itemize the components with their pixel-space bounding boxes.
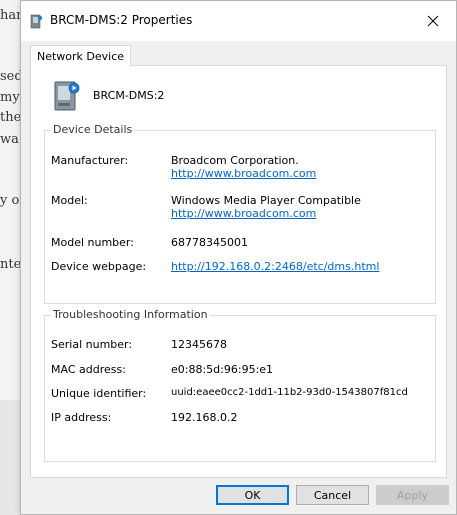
background-text: sed — [0, 69, 20, 84]
background-text: har — [0, 8, 20, 23]
unique-identifier-label: Unique identifier: — [51, 387, 147, 400]
model-value: Windows Media Player Compatible — [171, 194, 361, 207]
device-details-group: Device Details Manufacturer: Broadcom Co… — [44, 123, 436, 304]
device-webpage-link[interactable]: http://192.168.0.2:2468/etc/dms.html — [171, 260, 379, 273]
unique-identifier-value: uuid:eaee0cc2-1dd1-11b2-93d0-1543807f81c… — [171, 387, 408, 398]
media-device-icon — [54, 81, 80, 111]
device-name: BRCM-DMS:2 — [93, 89, 165, 102]
dialog-body: Network Device BRCM-DMS:2 Device Details… — [21, 41, 456, 514]
mac-address-value: e0:88:5d:96:95:e1 — [171, 363, 274, 376]
properties-dialog: BRCM-DMS:2 Properties Network Device BRC… — [20, 0, 457, 515]
model-label: Model: — [51, 194, 88, 207]
background-text: wa — [0, 132, 19, 147]
ip-address-label: IP address: — [51, 411, 112, 424]
cancel-button[interactable]: Cancel — [296, 485, 369, 505]
ip-address-value: 192.168.0.2 — [171, 411, 238, 424]
group-label: Device Details — [51, 123, 135, 136]
background-text: my — [0, 90, 20, 105]
ok-button[interactable]: OK — [216, 485, 289, 505]
background-text: y of — [0, 193, 20, 208]
apply-button[interactable]: Apply — [376, 485, 449, 505]
background-panel — [0, 400, 20, 515]
tab-network-device[interactable]: Network Device — [30, 45, 132, 66]
mac-address-label: MAC address: — [51, 363, 126, 376]
tab-panel: BRCM-DMS:2 Device Details Manufacturer: … — [30, 65, 447, 478]
manufacturer-value: Broadcom Corporation. — [171, 154, 299, 167]
background-text: the — [0, 110, 20, 125]
troubleshooting-group: Troubleshooting Information Serial numbe… — [44, 308, 436, 462]
model-number-value: 68778345001 — [171, 236, 248, 249]
group-label: Troubleshooting Information — [51, 308, 210, 321]
media-device-icon — [30, 14, 42, 29]
serial-number-label: Serial number: — [51, 338, 133, 351]
model-number-label: Model number: — [51, 236, 134, 249]
serial-number-value: 12345678 — [171, 338, 227, 351]
model-link[interactable]: http://www.broadcom.com — [171, 207, 316, 220]
device-webpage-label: Device webpage: — [51, 260, 147, 273]
title-bar[interactable]: BRCM-DMS:2 Properties — [21, 1, 456, 41]
manufacturer-label: Manufacturer: — [51, 154, 129, 167]
background-document: har sed my the wa y of nte — [0, 0, 20, 515]
background-text: nte — [0, 257, 20, 272]
close-icon — [427, 15, 439, 27]
close-button[interactable] — [410, 1, 456, 41]
manufacturer-link[interactable]: http://www.broadcom.com — [171, 167, 316, 180]
window-title: BRCM-DMS:2 Properties — [50, 13, 193, 27]
